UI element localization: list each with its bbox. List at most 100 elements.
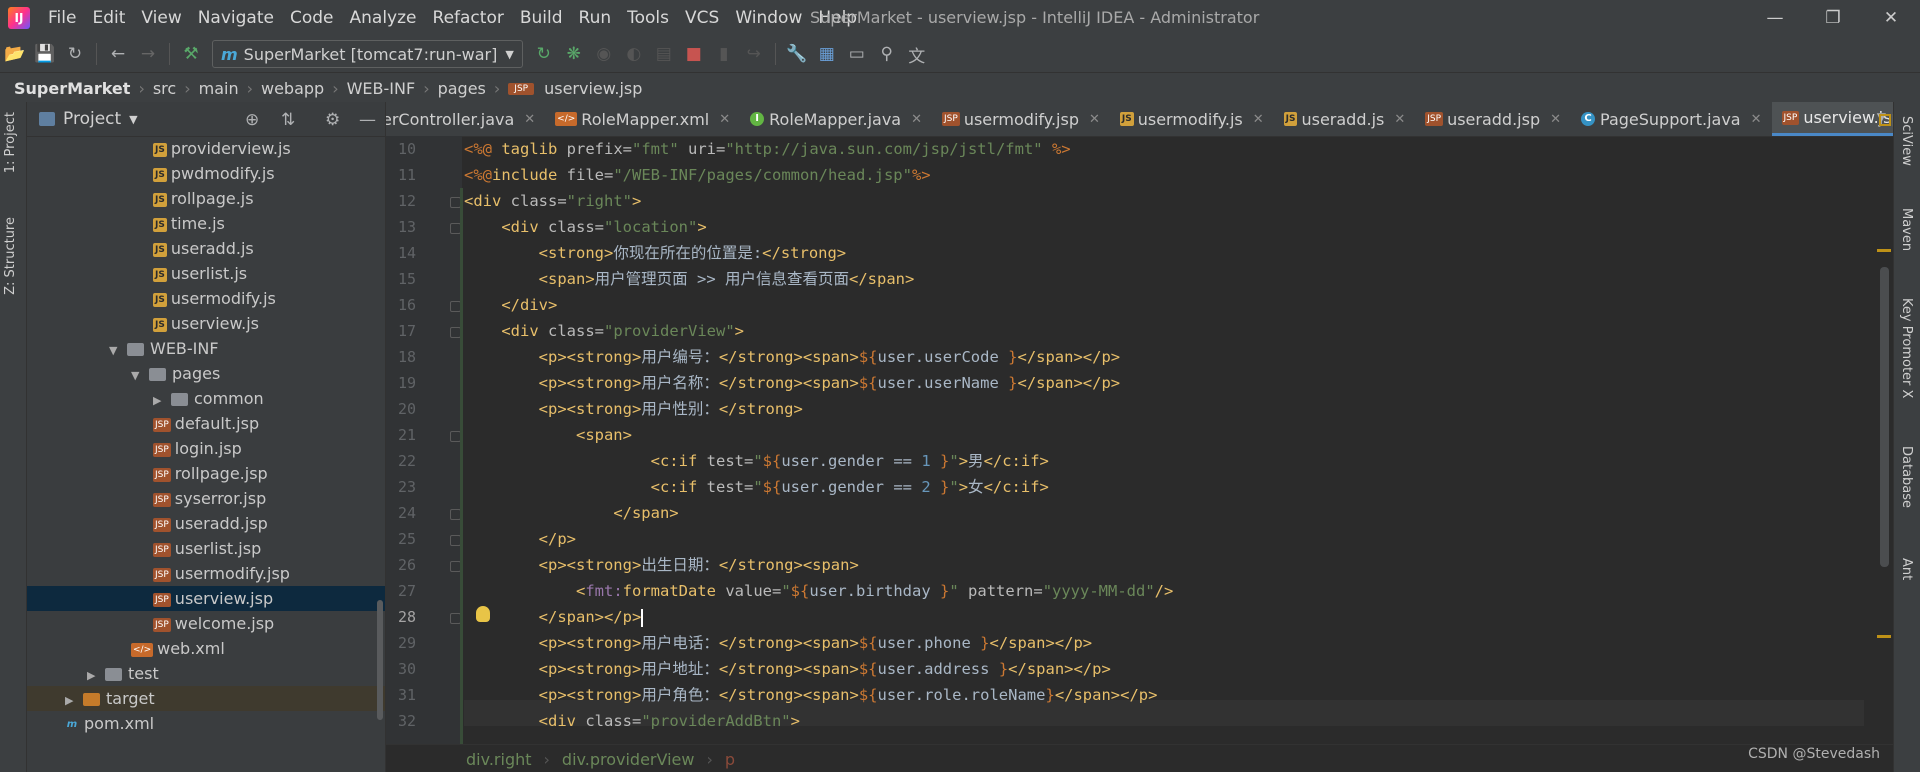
close-icon[interactable]: ✕ bbox=[1862, 0, 1920, 36]
tab-key-promoter[interactable]: Key Promoter X bbox=[1899, 298, 1914, 398]
project-structure-icon[interactable]: ▦ bbox=[812, 39, 842, 69]
step-icon[interactable]: ↪ bbox=[739, 39, 769, 69]
locate-target-icon[interactable]: ⊕ bbox=[245, 110, 259, 130]
close-tab-icon[interactable]: ✕ bbox=[719, 112, 730, 127]
tree-item[interactable]: JSP welcome.jsp bbox=[27, 611, 385, 636]
intention-bulb-icon[interactable] bbox=[476, 606, 490, 622]
editor-tab[interactable]: erController.java ✕ bbox=[386, 102, 545, 136]
menu-vcs[interactable]: VCS bbox=[677, 0, 727, 36]
tree-item[interactable]: m pom.xml bbox=[27, 711, 385, 736]
editor-tab[interactable]: I RoleMapper.java ✕ bbox=[740, 102, 932, 136]
tree-item[interactable]: JS pwdmodify.js bbox=[27, 161, 385, 186]
expanded-arrow-icon[interactable]: ▼ bbox=[131, 363, 145, 388]
gear-icon[interactable]: ⚙ bbox=[325, 110, 340, 130]
rerun-icon[interactable]: ↻ bbox=[529, 39, 559, 69]
menu-build[interactable]: Build bbox=[512, 0, 571, 36]
editor-tab[interactable]: JS usermodify.js ✕ bbox=[1110, 102, 1274, 136]
collapsed-arrow-icon[interactable]: ▶ bbox=[153, 388, 167, 413]
tree-item[interactable]: ▶ target bbox=[27, 686, 385, 711]
attach-icon[interactable]: ▤ bbox=[649, 39, 679, 69]
tree-scrollbar[interactable] bbox=[377, 600, 383, 720]
terminal-icon[interactable]: ▭ bbox=[842, 39, 872, 69]
tree-item[interactable]: JS useradd.js bbox=[27, 236, 385, 261]
stop-icon[interactable]: ■ bbox=[679, 39, 709, 69]
close-tab-icon[interactable]: ✕ bbox=[1089, 112, 1100, 127]
editor-tab[interactable]: JSP useradd.jsp ✕ bbox=[1415, 102, 1571, 136]
tree-item[interactable]: JS userlist.js bbox=[27, 261, 385, 286]
close-tab-icon[interactable]: ✕ bbox=[1751, 112, 1762, 127]
tab-ant[interactable]: Ant bbox=[1899, 558, 1914, 580]
hide-panel-icon[interactable]: — bbox=[359, 110, 376, 130]
editor-tab[interactable]: JSPuserview.jsp✕ bbox=[1771, 102, 1894, 136]
tree-item[interactable]: ▼ WEB-INF bbox=[27, 336, 385, 361]
menu-edit[interactable]: Edit bbox=[84, 0, 133, 36]
run-config-selector[interactable]: m SuperMarket [tomcat7:run-war] ▼ bbox=[212, 40, 523, 68]
close-tab-icon[interactable]: ✕ bbox=[524, 112, 535, 127]
breadcrumb-file[interactable]: JSP userview.jsp bbox=[502, 79, 654, 98]
collapsed-arrow-icon[interactable]: ▶ bbox=[87, 663, 101, 688]
menu-navigate[interactable]: Navigate bbox=[190, 0, 282, 36]
tree-item[interactable]: ▼ pages bbox=[27, 361, 385, 386]
tree-item[interactable]: JS userview.js bbox=[27, 311, 385, 336]
vcs-change-bar[interactable] bbox=[460, 188, 463, 744]
collapsed-arrow-icon[interactable]: ▶ bbox=[65, 688, 79, 713]
chevron-down-icon[interactable]: ▼ bbox=[129, 113, 137, 126]
tab-project[interactable]: 1: Project bbox=[3, 112, 18, 173]
tree-item[interactable]: JSP usermodify.jsp bbox=[27, 561, 385, 586]
restore-icon[interactable]: ❐ bbox=[1804, 0, 1862, 36]
inspection-status-icon[interactable] bbox=[1879, 114, 1891, 126]
build-hammer-icon[interactable]: ⚒ bbox=[176, 39, 206, 69]
close-tab-icon[interactable]: ✕ bbox=[1550, 112, 1561, 127]
breadcrumb-pages[interactable]: pages bbox=[432, 79, 492, 98]
code-content[interactable]: <%@ taglib prefix="fmt" uri="http://java… bbox=[464, 136, 1864, 744]
tree-item[interactable]: JS usermodify.js bbox=[27, 286, 385, 311]
tree-item[interactable]: JS time.js bbox=[27, 211, 385, 236]
close-tab-icon[interactable]: ✕ bbox=[1253, 112, 1264, 127]
tree-item[interactable]: JSP default.jsp bbox=[27, 411, 385, 436]
crumb-div-right[interactable]: div.right bbox=[386, 750, 538, 769]
tree-item[interactable]: JSP rollpage.jsp bbox=[27, 461, 385, 486]
open-folder-icon[interactable]: 📂 bbox=[0, 39, 30, 69]
translate-icon[interactable]: 文 bbox=[902, 39, 932, 69]
editor-tab[interactable]: JS useradd.js ✕ bbox=[1274, 102, 1416, 136]
minimize-icon[interactable]: — bbox=[1746, 0, 1804, 36]
breadcrumb-main[interactable]: main bbox=[193, 79, 245, 98]
tab-database[interactable]: Database bbox=[1899, 446, 1914, 508]
profile-icon[interactable]: ◐ bbox=[619, 39, 649, 69]
tree-item[interactable]: </> web.xml bbox=[27, 636, 385, 661]
breadcrumb-src[interactable]: src bbox=[147, 79, 182, 98]
tab-sciview[interactable]: SciView bbox=[1899, 116, 1914, 166]
tab-structure[interactable]: Z: Structure bbox=[3, 217, 18, 295]
forward-arrow-icon[interactable]: → bbox=[133, 39, 163, 69]
save-icon[interactable]: 💾 bbox=[30, 39, 60, 69]
expanded-arrow-icon[interactable]: ▼ bbox=[109, 338, 123, 363]
coverage-icon[interactable]: ◉ bbox=[589, 39, 619, 69]
tree-item[interactable]: JS rollpage.js bbox=[27, 186, 385, 211]
search-icon[interactable]: ⚲ bbox=[872, 39, 902, 69]
menu-window[interactable]: Window bbox=[727, 0, 810, 36]
tree-item[interactable]: JSP userlist.jsp bbox=[27, 536, 385, 561]
project-panel-title[interactable]: Project bbox=[63, 109, 121, 129]
editor-tab[interactable]: JSP usermodify.jsp ✕ bbox=[932, 102, 1110, 136]
breadcrumb-webapp[interactable]: webapp bbox=[255, 79, 330, 98]
tree-item[interactable]: JSP useradd.jsp bbox=[27, 511, 385, 536]
menu-code[interactable]: Code bbox=[282, 0, 342, 36]
close-tab-icon[interactable]: ✕ bbox=[911, 112, 922, 127]
crumb-div-providerview[interactable]: div.providerView bbox=[556, 750, 701, 769]
crumb-p[interactable]: p bbox=[719, 750, 741, 769]
debug-icon[interactable]: ❋ bbox=[559, 39, 589, 69]
breadcrumb-project[interactable]: SuperMarket bbox=[0, 79, 136, 98]
pause-icon[interactable]: ▮ bbox=[709, 39, 739, 69]
tree-item[interactable]: JSP userview.jsp bbox=[27, 586, 385, 611]
editor-tab[interactable]: C PageSupport.java ✕ bbox=[1571, 102, 1772, 136]
scroll-marker[interactable] bbox=[1877, 249, 1891, 252]
menu-analyze[interactable]: Analyze bbox=[342, 0, 425, 36]
tree-item[interactable]: JS providerview.js bbox=[27, 136, 385, 161]
sync-icon[interactable]: ↻ bbox=[60, 39, 90, 69]
menu-file[interactable]: File bbox=[40, 0, 84, 36]
tab-maven[interactable]: Maven bbox=[1899, 208, 1914, 251]
menu-refactor[interactable]: Refactor bbox=[425, 0, 512, 36]
collapse-all-icon[interactable]: ⇅ bbox=[281, 110, 295, 130]
tree-item[interactable]: ▶ common bbox=[27, 386, 385, 411]
breadcrumb-webinf[interactable]: WEB-INF bbox=[341, 79, 422, 98]
